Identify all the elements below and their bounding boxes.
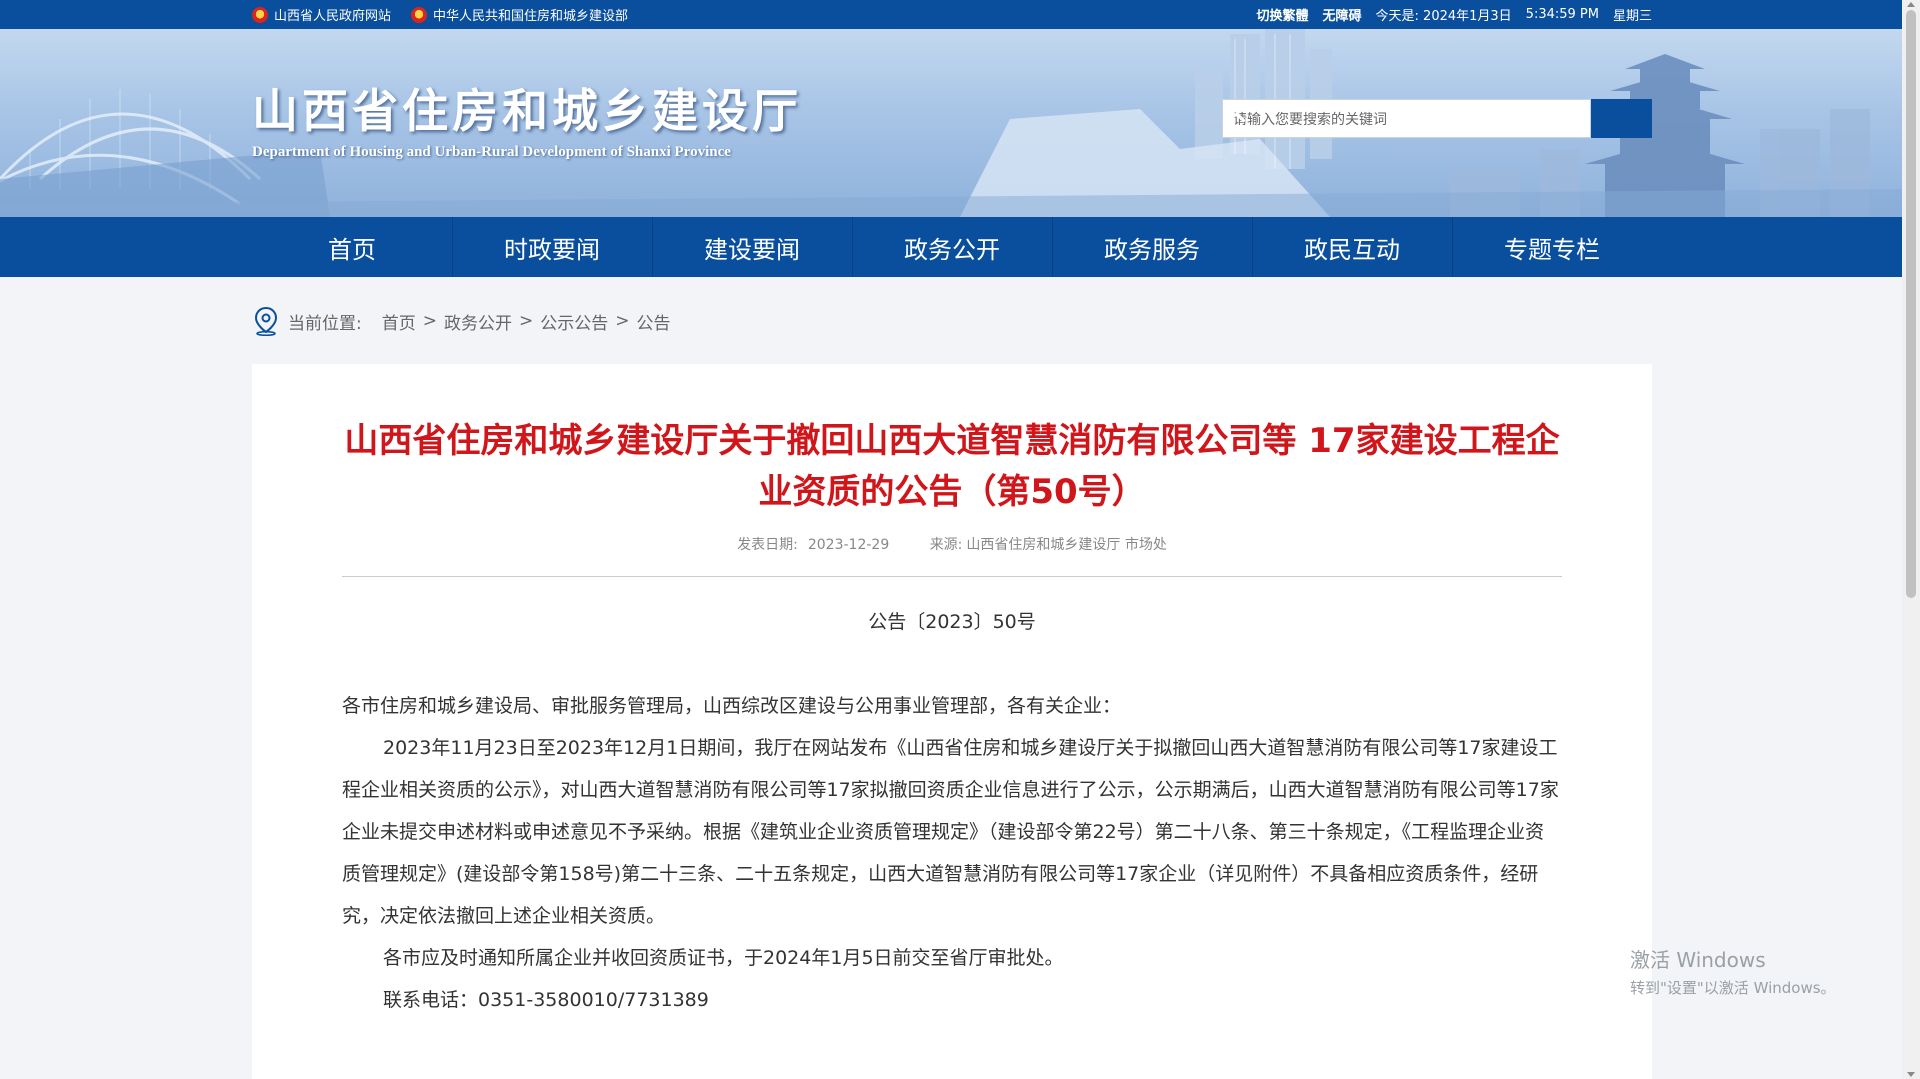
nav-item-interaction[interactable]: 政民互动: [1252, 217, 1452, 277]
national-emblem-icon: [411, 6, 428, 23]
article-title: 山西省住房和城乡建设厅关于撤回山西大道智慧消防有限公司等 17家建设工程企业资质…: [344, 421, 1560, 512]
current-time: 5:34:59 PM: [1525, 7, 1599, 22]
document-number: 公告〔2023〕50号: [868, 611, 1036, 633]
nav-item-home[interactable]: 首页: [252, 217, 452, 277]
article-panel: 山西省住房和城乡建设厅关于撤回山西大道智慧消防有限公司等 17家建设工程企业资质…: [252, 364, 1652, 1079]
breadcrumb-separator: >: [518, 311, 534, 331]
gov-website-link[interactable]: 山西省人民政府网站: [252, 5, 391, 24]
paragraph-2: 各市应及时通知所属企业并收回资质证书，于2024年1月5日前交至省厅审批处。: [383, 947, 1064, 969]
publish-date-value: 2023-12-29: [807, 537, 890, 553]
breadcrumb-separator: >: [422, 311, 437, 331]
search-icon: [1223, 100, 1246, 123]
top-links: 山西省人民政府网站 中华人民共和国住房和城乡建设部: [252, 0, 628, 29]
search-button[interactable]: [1223, 99, 1652, 138]
breadcrumb-announcement[interactable]: 公告: [636, 309, 670, 334]
article-body: 各市住房和城乡建设局、审批服务管理局，山西综改区建设与公用事业管理部，各有关企业…: [342, 685, 1562, 1021]
today-date: 今天是: 2024年1月3日: [1375, 9, 1512, 24]
breadcrumb-label: 当前位置:: [288, 313, 362, 334]
source-value: 山西省住房和城乡建设厅 市场处: [966, 537, 1167, 553]
watermark-line-1: 激活 Windows: [1630, 948, 1766, 972]
weekday: 星期三: [1612, 9, 1652, 24]
scrollbar-thumb[interactable]: [1906, 10, 1916, 598]
watermark-line-2: 转到"设置"以激活 Windows。: [1630, 979, 1836, 997]
nav-item-current-affairs[interactable]: 时政要闻: [452, 217, 652, 277]
scroll-down-arrow-icon[interactable]: [1907, 1072, 1915, 1077]
contact-phone: 联系电话：0351-3580010/7731389: [383, 989, 709, 1011]
accessibility-link[interactable]: 无障碍: [1323, 5, 1362, 24]
location-pin-icon: [254, 306, 278, 336]
main-nav: 首页 时政要闻 建设要闻 政务公开 政务服务 政民互动 专题专栏: [0, 217, 1902, 277]
article-source: 来源: 山西省住房和城乡建设厅 市场处: [930, 537, 1167, 553]
nav-item-government-services[interactable]: 政务服务: [1052, 217, 1252, 277]
switch-traditional-link[interactable]: 切换繁體: [1257, 5, 1309, 24]
scroll-up-arrow-icon[interactable]: [1907, 2, 1915, 7]
breadcrumb-notices[interactable]: 公示公告: [540, 309, 608, 334]
mohurd-link[interactable]: 中华人民共和国住房和城乡建设部: [411, 5, 628, 24]
site-subtitle: Department of Housing and Urban-Rural De…: [252, 144, 731, 160]
salutation: 各市住房和城乡建设局、审批服务管理局，山西综改区建设与公用事业管理部，各有关企业…: [342, 695, 1122, 717]
header-banner: 山西省住房和城乡建设厅 Department of Housing and Ur…: [0, 29, 1902, 217]
nav-item-special-topics[interactable]: 专题专栏: [1452, 217, 1652, 277]
national-emblem-icon: [252, 6, 268, 23]
nav-item-government-affairs[interactable]: 政务公开: [852, 217, 1052, 277]
gov-website-label: 山西省人民政府网站: [274, 9, 392, 24]
paragraph-1: 2023年11月23日至2023年12月1日期间，我厅在网站发布《山西省住房和城…: [342, 737, 1559, 927]
article-meta: 发表日期: 2023-12-29 来源: 山西省住房和城乡建设厅 市场处: [252, 534, 1652, 554]
source-label: 来源:: [929, 537, 963, 553]
site-title: 山西省住房和城乡建设厅: [252, 84, 802, 138]
top-right-info: 切换繁體 无障碍 今天是: 2024年1月3日 5:34:59 PM 星期三: [1257, 0, 1653, 29]
publish-date-label: 发表日期:: [737, 537, 798, 553]
mohurd-label: 中华人民共和国住房和城乡建设部: [433, 9, 629, 24]
breadcrumb: 当前位置: 首页 > 政务公开 > 公示公告 > 公告: [252, 306, 670, 336]
breadcrumb-gov-affairs[interactable]: 政务公开: [444, 309, 512, 334]
nav-item-construction-news[interactable]: 建设要闻: [652, 217, 852, 277]
page-scrollbar[interactable]: [1902, 0, 1920, 1079]
search-box: [1222, 99, 1652, 138]
title-divider: [342, 576, 1562, 577]
top-bar: 山西省人民政府网站 中华人民共和国住房和城乡建设部 切换繁體 无障碍 今天是: …: [0, 0, 1902, 29]
search-input[interactable]: [1222, 99, 1591, 138]
breadcrumb-separator: >: [615, 311, 630, 331]
breadcrumb-home[interactable]: 首页: [382, 309, 416, 334]
windows-activation-watermark: 激活 Windows 转到"设置"以激活 Windows。: [1630, 944, 1836, 998]
publish-date: 发表日期: 2023-12-29: [737, 537, 889, 553]
